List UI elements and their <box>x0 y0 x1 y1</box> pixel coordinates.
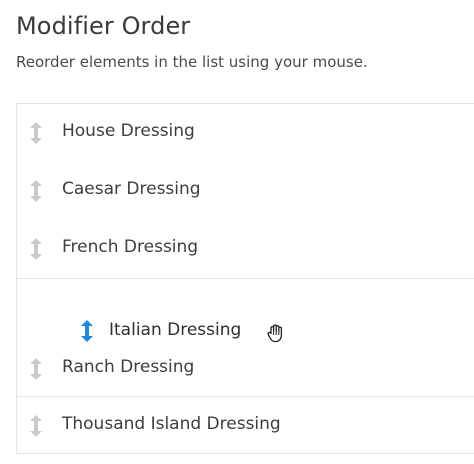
modifier-order-panel: Modifier Order Reorder elements in the l… <box>0 0 474 464</box>
list-item[interactable]: Ranch Dressing <box>17 357 474 397</box>
list-item[interactable]: Thousand Island Dressing <box>17 397 474 454</box>
drag-handle-icon[interactable] <box>29 180 43 202</box>
list-item-label: Ranch Dressing <box>62 357 195 377</box>
drag-handle-icon[interactable] <box>29 238 43 260</box>
list-item-label: House Dressing <box>62 121 195 141</box>
sortable-list: House Dressing Caesar Dressing French Dr… <box>16 103 474 454</box>
list-item-label: Thousand Island Dressing <box>62 414 281 434</box>
drag-handle-icon[interactable] <box>29 415 43 437</box>
drag-handle-icon[interactable] <box>29 358 43 380</box>
dragging-item-label: Italian Dressing <box>109 320 242 340</box>
grab-hand-cursor-icon <box>266 323 286 345</box>
list-item-label: Caesar Dressing <box>62 179 201 199</box>
dragging-list-item[interactable]: Italian Dressing <box>76 318 296 346</box>
page: Modifier Order Reorder elements in the l… <box>0 0 474 464</box>
page-subtitle: Reorder elements in the list using your … <box>16 53 368 71</box>
page-title: Modifier Order <box>16 12 191 40</box>
list-item[interactable]: House Dressing <box>17 104 474 163</box>
drag-handle-icon[interactable] <box>29 122 43 144</box>
list-item[interactable]: Caesar Dressing <box>17 162 474 221</box>
list-item-label: French Dressing <box>62 237 199 257</box>
drag-handle-icon[interactable] <box>80 320 94 342</box>
list-item[interactable]: French Dressing <box>17 220 474 279</box>
